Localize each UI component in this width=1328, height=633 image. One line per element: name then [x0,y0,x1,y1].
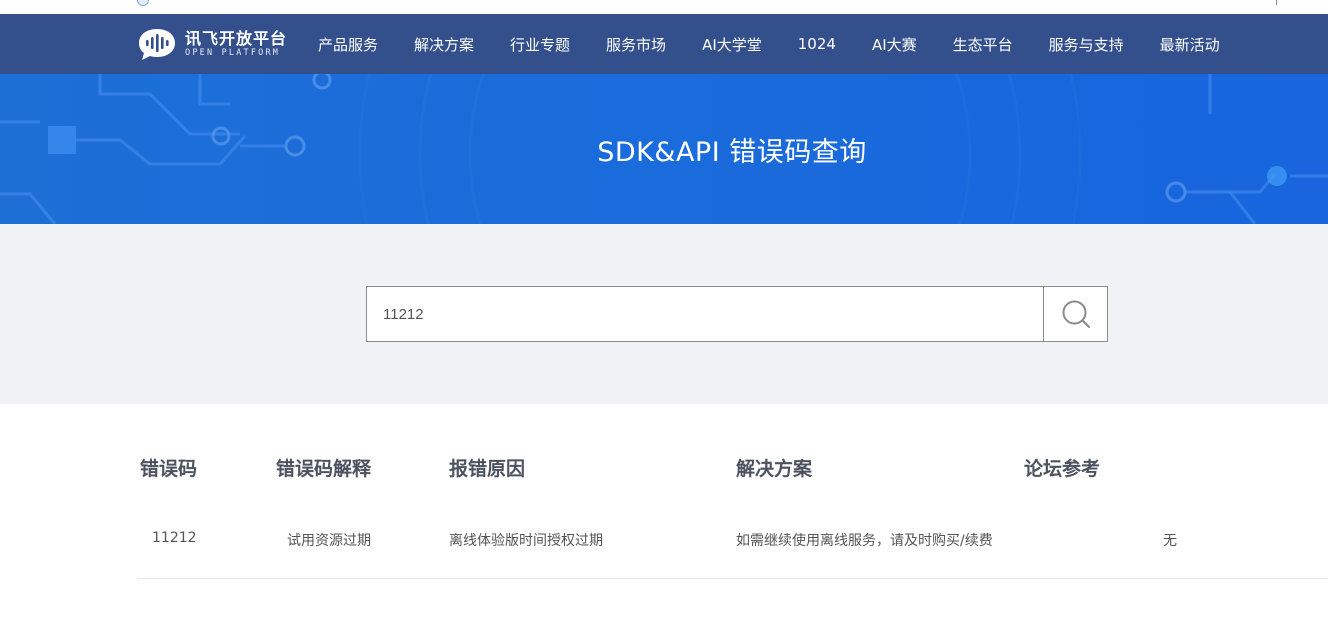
logo-icon [137,27,177,61]
main-nav: 产品服务 解决方案 行业专题 服务市场 AI大学堂 1024 AI大赛 生态平台… [300,14,1238,74]
header-error-code: 错误码 [140,458,198,480]
cell-cause: 离线体验版时间授权过期 [449,533,603,549]
search-icon [1062,300,1090,328]
nav-item-events[interactable]: 最新活动 [1142,34,1238,55]
nav-item-products[interactable]: 产品服务 [300,34,396,55]
cell-explanation: 试用资源过期 [287,533,371,549]
nav-item-ai-contest[interactable]: AI大赛 [854,34,935,55]
nav-item-market[interactable]: 服务市场 [588,34,684,55]
logo-subtitle: OPEN PLATFORM [185,47,281,58]
nav-item-industry[interactable]: 行业专题 [492,34,588,55]
row-divider [137,578,1328,579]
logo-title: 讯飞开放平台 [185,28,288,48]
search-section [0,224,1328,404]
nav-item-ecosystem[interactable]: 生态平台 [935,34,1031,55]
search-button[interactable] [1043,287,1107,341]
search-box [366,286,1108,342]
results-table: 错误码 错误码解释 报错原因 解决方案 论坛参考 11212 试用资源过期 离线… [0,404,1328,633]
header-solution: 解决方案 [736,458,813,480]
nav-item-1024[interactable]: 1024 [780,35,854,53]
cell-error-code: 11212 [152,530,197,546]
browser-top-strip [0,0,1328,14]
globe-icon [137,0,149,6]
hero-banner: SDK&API 错误码查询 [0,74,1328,224]
nav-item-support[interactable]: 服务与支持 [1031,34,1142,55]
cell-solution: 如需继续使用离线服务，请及时购买/续费 [736,533,993,549]
cell-forum: 无 [1163,533,1177,549]
top-navbar: 讯飞开放平台 OPEN PLATFORM 产品服务 解决方案 行业专题 服务市场… [0,14,1328,74]
nav-item-ai-school[interactable]: AI大学堂 [684,34,780,55]
error-code-search-input[interactable] [367,287,1043,341]
header-explanation: 错误码解释 [276,458,372,480]
header-forum: 论坛参考 [1024,458,1101,480]
logo[interactable]: 讯飞开放平台 OPEN PLATFORM [137,26,287,62]
header-cause: 报错原因 [449,458,526,480]
scroll-tick [1276,0,1277,5]
page-title: SDK&API 错误码查询 [597,137,867,168]
nav-item-solutions[interactable]: 解决方案 [396,34,492,55]
